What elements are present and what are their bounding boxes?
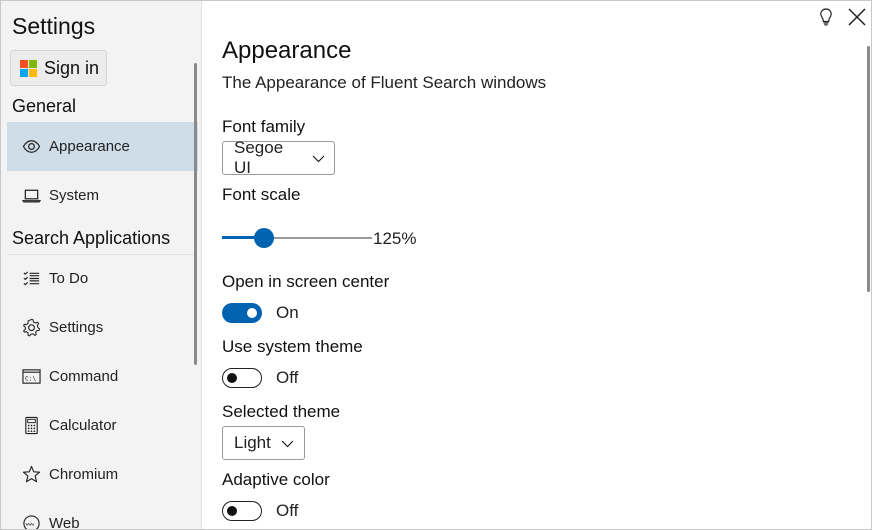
sidebar-item-label: Web	[49, 515, 80, 530]
microsoft-logo-icon	[20, 59, 37, 77]
main-content: Appearance The Appearance of Fluent Sear…	[203, 1, 871, 529]
calculator-icon	[22, 416, 41, 435]
sidebar-item-label: Chromium	[49, 466, 119, 483]
star-icon	[22, 465, 41, 484]
sidebar-item-label: Settings	[49, 319, 104, 336]
selected-theme-value: Light	[234, 433, 271, 452]
main-scrollbar[interactable]	[867, 46, 870, 292]
sidebar-item-label: Calculator	[49, 417, 117, 434]
adaptive-color-label: Adaptive color	[222, 470, 330, 489]
sidebar-item-label: Command	[49, 368, 119, 385]
font-family-value: Segoe UI	[234, 138, 284, 177]
checklist-icon	[22, 269, 41, 288]
open-center-label: Open in screen center	[222, 272, 390, 291]
font-scale-value: 125%	[373, 229, 417, 248]
font-family-dropdown[interactable]: Segoe UI	[222, 138, 335, 177]
slider-thumb[interactable]	[254, 228, 274, 248]
sidebar-item-settings[interactable]: Settings	[7, 303, 198, 352]
sidebar-scrollbar[interactable]	[194, 63, 197, 365]
command-prompt-icon: C:\	[22, 367, 41, 386]
svg-text:www: www	[26, 522, 35, 527]
page-subtitle: The Appearance of Fluent Search windows	[222, 73, 547, 92]
sign-in-button[interactable]: Sign in	[10, 50, 107, 86]
sidebar-item-label: Appearance	[49, 138, 130, 155]
sidebar: Settings Sign in General Appearance Syst…	[1, 1, 202, 530]
toggle-knob	[227, 372, 237, 383]
sidebar-item-appearance[interactable]: Appearance	[7, 122, 198, 171]
sidebar-item-label: To Do	[49, 270, 89, 287]
settings-window: Settings Sign in General Appearance Syst…	[0, 0, 872, 530]
font-scale-label: Font scale	[222, 185, 301, 204]
adaptive-color-state: Off	[276, 501, 299, 520]
open-center-state: On	[276, 303, 299, 322]
sidebar-item-todo[interactable]: To Do	[7, 254, 198, 303]
selected-theme-dropdown[interactable]: Light	[222, 426, 305, 460]
app-title: Settings	[12, 13, 96, 39]
open-center-toggle[interactable]	[222, 303, 262, 323]
adaptive-color-toggle[interactable]	[222, 501, 262, 521]
toggle-knob	[227, 505, 237, 516]
page-title: Appearance	[222, 37, 352, 64]
selected-theme-label: Selected theme	[222, 402, 341, 421]
sidebar-item-chromium[interactable]: Chromium	[7, 450, 198, 499]
sidebar-item-system[interactable]: System	[7, 171, 198, 220]
svg-text:C:\: C:\	[25, 375, 36, 382]
laptop-icon	[22, 186, 41, 205]
sign-in-label: Sign in	[44, 57, 100, 78]
web-icon: www	[22, 514, 41, 529]
sidebar-item-command[interactable]: C:\ Command	[7, 352, 198, 401]
sidebar-item-label: System	[49, 187, 100, 204]
system-theme-state: Off	[276, 368, 299, 387]
sidebar-item-calculator[interactable]: Calculator	[7, 401, 198, 450]
toggle-knob	[247, 308, 257, 318]
chevron-down-icon	[281, 437, 294, 450]
general-header: General	[12, 96, 77, 116]
search-applications-header: Search Applications	[12, 228, 171, 248]
gear-icon	[22, 318, 41, 337]
font-scale-slider[interactable]	[222, 227, 372, 249]
chevron-down-icon	[312, 152, 325, 165]
font-family-label: Font family	[222, 117, 306, 136]
sidebar-item-web[interactable]: www Web	[7, 499, 198, 530]
system-theme-toggle[interactable]	[222, 368, 262, 388]
eye-icon	[22, 137, 41, 156]
system-theme-label: Use system theme	[222, 337, 363, 356]
